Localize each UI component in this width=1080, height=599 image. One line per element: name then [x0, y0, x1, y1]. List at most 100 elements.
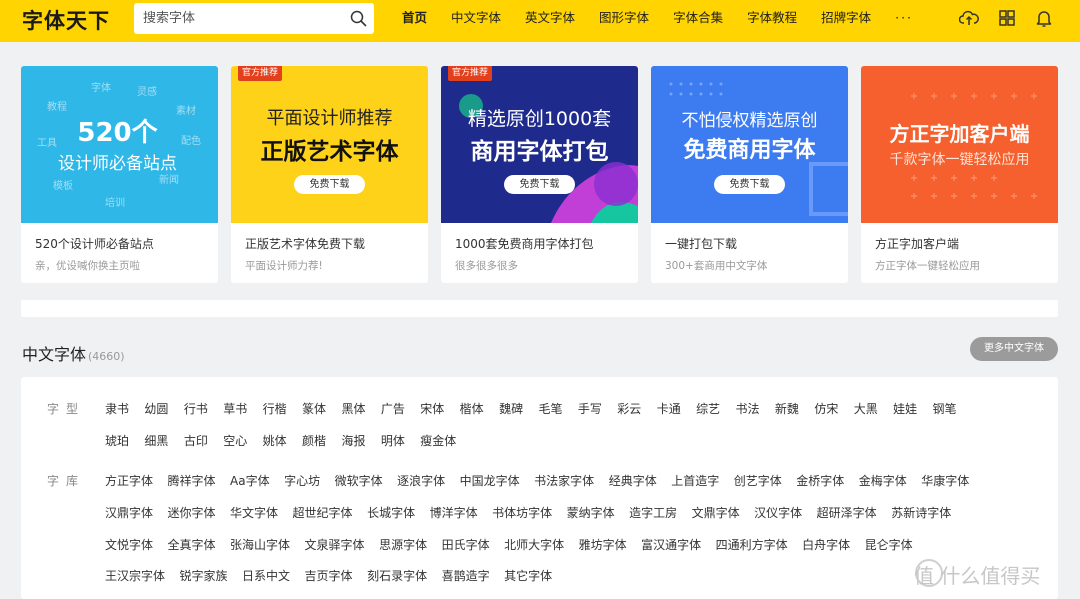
font-style-tag[interactable]: 毛笔	[538, 400, 562, 417]
font-style-tag[interactable]: 彩云	[617, 400, 641, 417]
banner-card-3[interactable]: 官方推荐 精选原创1000套 商用字体打包 免费下载 1000套免费商用字体打包…	[441, 66, 638, 283]
font-library-tag[interactable]: 金桥字体	[796, 472, 844, 489]
font-library-tag[interactable]: 锐字家族	[180, 567, 228, 584]
font-library-tag[interactable]: 吉页字体	[305, 567, 353, 584]
banner-card-1[interactable]: 字体 灵感 教程 素材 工具 配色 模板 新闻 培训 520个 设计师必备站点 …	[21, 66, 218, 283]
font-library-tag[interactable]: 北师大字体	[504, 536, 564, 553]
card-title[interactable]: 方正字加客户端	[875, 235, 959, 252]
font-library-tag[interactable]: 苏新诗字体	[891, 504, 951, 521]
font-library-tag[interactable]: 上首造字	[671, 472, 719, 489]
font-library-tag[interactable]: 迷你字体	[168, 504, 216, 521]
font-library-tag[interactable]: 长城字体	[367, 504, 415, 521]
font-library-tag[interactable]: 思源字体	[379, 536, 427, 553]
font-style-tag[interactable]: 宋体	[420, 400, 444, 417]
nav-graphic-fonts[interactable]: 图形字体	[587, 0, 661, 36]
free-download-button[interactable]: 免费下载	[504, 175, 575, 194]
banner-card-5[interactable]: 方正字加客户端 千款字体一键轻松应用 方正字加客户端 方正字体一键轻松应用	[861, 66, 1058, 283]
font-style-tag[interactable]: 手写	[578, 400, 602, 417]
nav-sign-fonts[interactable]: 招牌字体	[809, 0, 883, 36]
font-library-tag[interactable]: 华文字体	[230, 504, 278, 521]
font-style-tag[interactable]: 魏碑	[499, 400, 523, 417]
font-library-tag[interactable]: 王汉宗字体	[105, 567, 165, 584]
font-style-tag[interactable]: 细黑	[144, 432, 168, 449]
nav-chinese-fonts[interactable]: 中文字体	[439, 0, 513, 36]
font-style-tag[interactable]: 瘦金体	[420, 432, 456, 449]
font-library-tag[interactable]: 字心坊	[284, 472, 320, 489]
card-title[interactable]: 1000套免费商用字体打包	[455, 235, 594, 252]
font-library-tag[interactable]: 日系中文	[242, 567, 290, 584]
font-library-tag[interactable]: 逐浪字体	[397, 472, 445, 489]
nav-font-collections[interactable]: 字体合集	[661, 0, 735, 36]
nav-home[interactable]: 首页	[390, 0, 439, 36]
font-style-tag[interactable]: 姚体	[263, 432, 287, 449]
search-input[interactable]	[134, 3, 344, 34]
font-library-tag[interactable]: 造字工房	[629, 504, 677, 521]
font-library-tag[interactable]: 博洋字体	[430, 504, 478, 521]
font-library-tag[interactable]: 张海山字体	[230, 536, 290, 553]
font-style-tag[interactable]: 古印	[184, 432, 208, 449]
card-title[interactable]: 520个设计师必备站点	[35, 235, 154, 252]
font-style-tag[interactable]: 空心	[223, 432, 247, 449]
more-chinese-fonts-button[interactable]: 更多中文字体	[970, 337, 1058, 361]
font-library-tag[interactable]: 喜鹊造字	[442, 567, 490, 584]
font-library-tag[interactable]: 汉仪字体	[754, 504, 802, 521]
site-logo[interactable]: 字体天下	[22, 5, 110, 35]
font-library-tag[interactable]: 书体坊字体	[492, 504, 552, 521]
font-style-tag[interactable]: 娃娃	[893, 400, 917, 417]
banner-card-4[interactable]: 不怕侵权精选原创 免费商用字体 免费下载 一键打包下载 300+套商用中文字体	[651, 66, 848, 283]
font-style-tag[interactable]: 隶书	[105, 400, 129, 417]
font-library-tag[interactable]: 超研泽字体	[817, 504, 877, 521]
font-library-tag[interactable]: 腾祥字体	[168, 472, 216, 489]
font-library-tag[interactable]: 其它字体	[504, 567, 552, 584]
font-style-tag[interactable]: 卡通	[657, 400, 681, 417]
font-style-tag[interactable]: 新魏	[775, 400, 799, 417]
nav-font-tutorials[interactable]: 字体教程	[735, 0, 809, 36]
nav-english-fonts[interactable]: 英文字体	[513, 0, 587, 36]
font-style-tag[interactable]: 综艺	[696, 400, 720, 417]
banner-card-2[interactable]: 官方推荐 平面设计师推荐 正版艺术字体 免费下载 正版艺术字体免费下载 平面设计…	[231, 66, 428, 283]
font-style-tag[interactable]: 颜楷	[302, 432, 326, 449]
font-style-tag[interactable]: 广告	[381, 400, 405, 417]
font-library-tag[interactable]: 白舟字体	[802, 536, 850, 553]
font-library-tag[interactable]: 全真字体	[168, 536, 216, 553]
font-style-tag[interactable]: 明体	[381, 432, 405, 449]
font-style-tag[interactable]: 行楷	[263, 400, 287, 417]
font-library-tag[interactable]: 富汉通字体	[641, 536, 701, 553]
font-library-tag[interactable]: Aa字体	[230, 472, 270, 489]
font-library-tag[interactable]: 创艺字体	[734, 472, 782, 489]
free-download-button[interactable]: 免费下载	[294, 175, 365, 194]
apps-grid-icon[interactable]	[997, 8, 1017, 28]
font-style-tag[interactable]: 书法	[736, 400, 760, 417]
font-library-tag[interactable]: 方正字体	[105, 472, 153, 489]
font-library-tag[interactable]: 蒙纳字体	[567, 504, 615, 521]
font-library-tag[interactable]: 金梅字体	[859, 472, 907, 489]
font-style-tag[interactable]: 海报	[341, 432, 365, 449]
font-library-tag[interactable]: 汉鼎字体	[105, 504, 153, 521]
card-title[interactable]: 一键打包下载	[665, 235, 737, 252]
font-style-tag[interactable]: 琥珀	[105, 432, 129, 449]
font-style-tag[interactable]: 黑体	[341, 400, 365, 417]
font-library-tag[interactable]: 中国龙字体	[460, 472, 520, 489]
bell-icon[interactable]	[1034, 8, 1054, 28]
font-library-tag[interactable]: 雅坊字体	[579, 536, 627, 553]
font-style-tag[interactable]: 篆体	[302, 400, 326, 417]
font-style-tag[interactable]: 大黑	[854, 400, 878, 417]
font-library-tag[interactable]: 文鼎字体	[692, 504, 740, 521]
font-library-tag[interactable]: 昆仑字体	[865, 536, 913, 553]
font-style-tag[interactable]: 钢笔	[933, 400, 957, 417]
card-title[interactable]: 正版艺术字体免费下载	[245, 235, 365, 252]
font-style-tag[interactable]: 行书	[184, 400, 208, 417]
font-style-tag[interactable]: 楷体	[460, 400, 484, 417]
search-icon[interactable]	[350, 10, 367, 27]
font-style-tag[interactable]: 幼圆	[144, 400, 168, 417]
font-library-tag[interactable]: 华康字体	[921, 472, 969, 489]
upload-cloud-icon[interactable]	[959, 8, 979, 28]
font-library-tag[interactable]: 田氏字体	[442, 536, 490, 553]
font-library-tag[interactable]: 文悦字体	[105, 536, 153, 553]
font-style-tag[interactable]: 草书	[223, 400, 247, 417]
free-download-button[interactable]: 免费下载	[714, 175, 785, 194]
nav-more[interactable]: ···	[883, 0, 925, 36]
font-library-tag[interactable]: 经典字体	[609, 472, 657, 489]
font-library-tag[interactable]: 微软字体	[335, 472, 383, 489]
font-style-tag[interactable]: 仿宋	[814, 400, 838, 417]
